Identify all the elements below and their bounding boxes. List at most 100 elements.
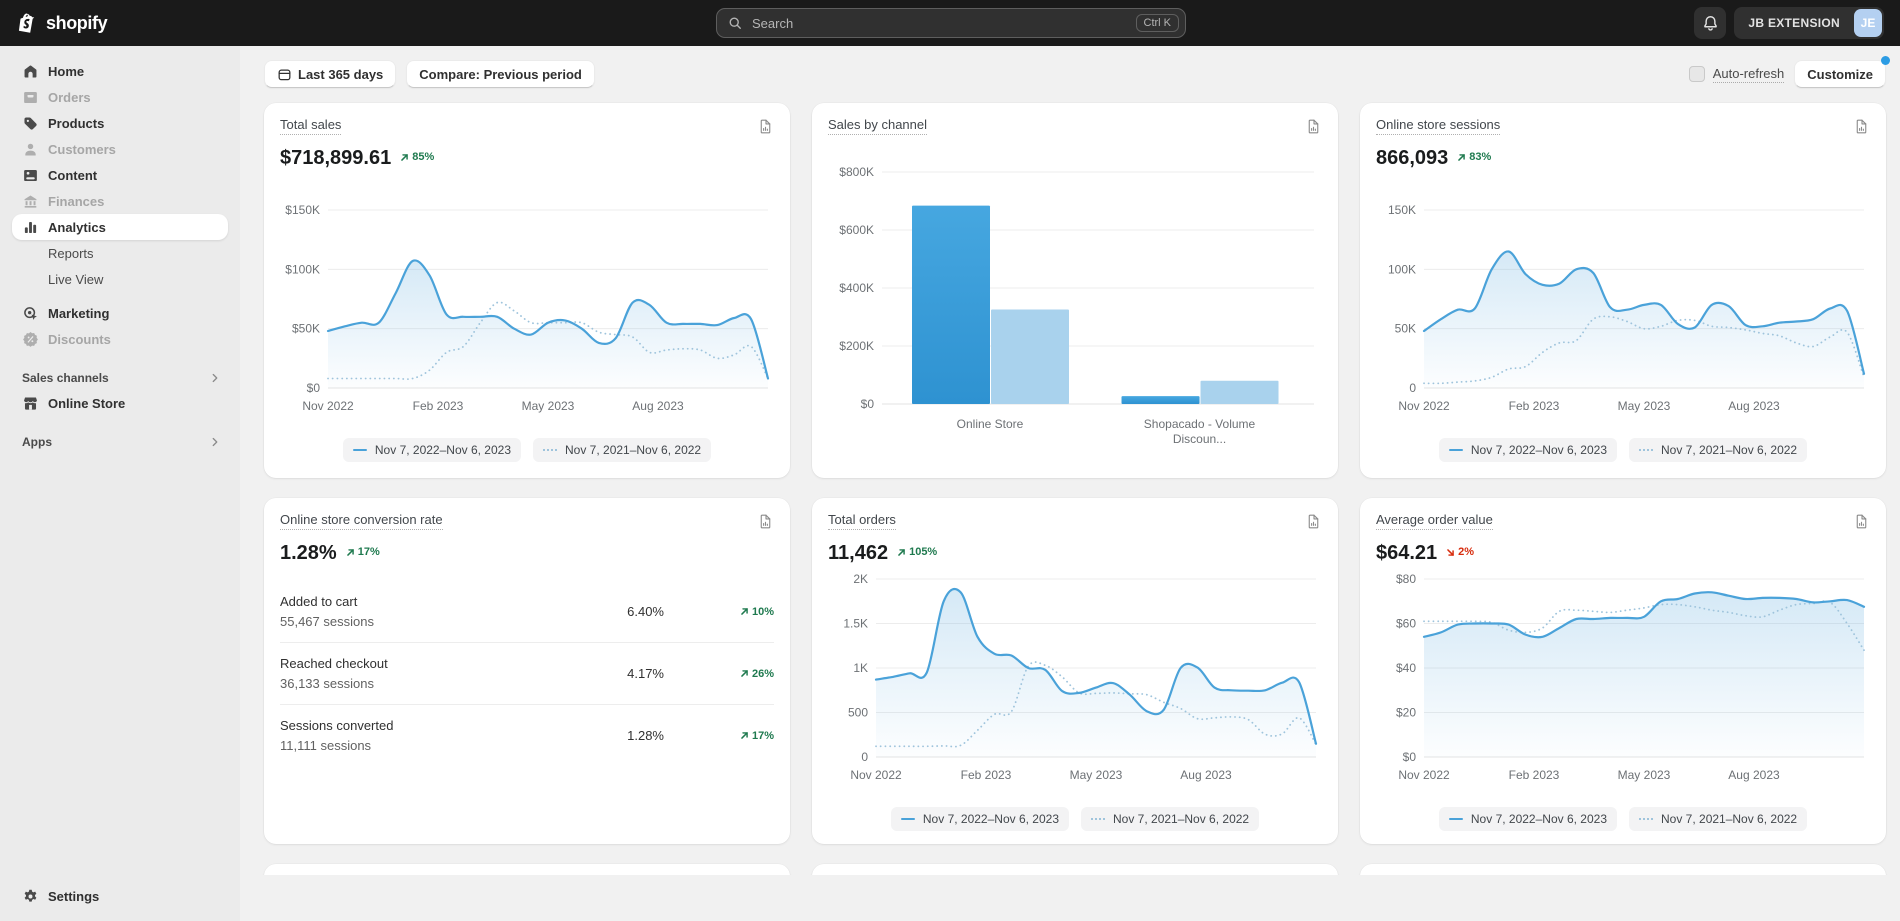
sidebar-item-label: Discounts [48,332,111,347]
auto-refresh-checkbox[interactable] [1689,66,1705,82]
metric-value: 11,462 [828,542,888,565]
funnel-delta: 10% [716,606,774,618]
dotted-line-swatch [543,449,557,451]
legend-item[interactable]: Nov 7, 2021–Nov 6, 2022 [1629,807,1807,831]
chart-legend: Nov 7, 2022–Nov 6, 2023 Nov 7, 2021–Nov 6… [1376,438,1870,462]
account-menu[interactable]: JB EXTENSION JE [1734,7,1884,39]
svg-text:500: 500 [848,706,868,720]
auto-refresh-toggle[interactable]: Auto-refresh [1689,66,1785,83]
sidebar-item-home[interactable]: Home [12,58,228,84]
date-range-button[interactable]: Last 365 days [264,60,396,88]
card-online-store-sessions: Online store sessions 866,093 83% 150K10… [1360,103,1886,478]
customize-button[interactable]: Customize [1794,60,1886,88]
arrow-up-right-icon [896,547,907,558]
sidebar-item-analytics[interactable]: Analytics [12,214,228,240]
svg-text:50K: 50K [1395,322,1416,336]
sidebar-item-live-view[interactable]: Live View [12,266,228,292]
main-content: Analytics Fullscreen Last 365 days Compa… [240,0,1900,875]
sidebar-item-settings[interactable]: Settings [12,883,228,909]
legend-item[interactable]: Nov 7, 2022–Nov 6, 2023 [343,438,521,462]
notifications-button[interactable] [1694,7,1726,39]
sidebar-item-customers: Customers [12,136,228,162]
legend-item[interactable]: Nov 7, 2022–Nov 6, 2023 [1439,807,1617,831]
report-icon[interactable] [757,118,774,140]
report-icon[interactable] [757,513,774,535]
delta-value: 105% [909,546,937,558]
report-icon[interactable] [1853,513,1870,535]
funnel-row[interactable]: Sessions converted11,111 sessions1.28%17… [280,704,774,766]
funnel-rate: 6.40% [524,604,664,619]
card-title[interactable]: Total orders [828,512,896,530]
funnel-delta: 26% [716,668,774,680]
card-title[interactable]: Online store conversion rate [280,512,443,530]
report-icon[interactable] [1305,513,1322,535]
svg-text:May 2023: May 2023 [1070,768,1123,782]
compare-button[interactable]: Compare: Previous period [406,60,595,88]
dotted-line-swatch [1639,449,1653,451]
svg-text:100K: 100K [1388,262,1416,276]
svg-text:0: 0 [1409,381,1416,395]
sidebar-nav: Home Orders ProductsCustomersContentFinanc… [12,58,228,454]
sidebar-item-products[interactable]: Products [12,110,228,136]
legend-item[interactable]: Nov 7, 2022–Nov 6, 2023 [1439,438,1617,462]
sidebar-item-online-store[interactable]: Online Store [12,390,228,416]
total-sales-chart: $150K$100K$50K$0Nov 2022Feb 2023May 2023… [280,196,774,432]
sidebar-item-label: Online Store [48,396,125,411]
card-title[interactable]: Online store sessions [1376,117,1500,135]
conversion-funnel: Added to cart55,467 sessions6.40% 10% Reac… [280,581,774,766]
sidebar-item-marketing[interactable]: Marketing [12,300,228,326]
legend-label: Nov 7, 2021–Nov 6, 2022 [1113,812,1249,826]
sessions-chart: 150K100K50K0Nov 2022Feb 2023May 2023Aug … [1376,196,1870,432]
card-sales-by-channel: Sales by channel $800K$600K$400K$200K$0O… [812,103,1338,478]
delta-value: 2% [1458,546,1474,558]
sidebar-section-apps[interactable]: Apps [12,430,228,454]
card-title[interactable]: Total sales [280,117,341,135]
sidebar-item-content[interactable]: Content [12,162,228,188]
sidebar-item-label: Orders [48,90,91,105]
metric-delta: 105% [896,545,937,563]
funnel-row[interactable]: Reached checkout36,133 sessions4.17%26% [280,642,774,704]
funnel-label: Added to cart55,467 sessions [280,594,524,629]
metric-delta: 17% [345,545,380,563]
svg-text:$50K: $50K [292,322,320,336]
avatar: JE [1854,9,1882,37]
dotted-line-swatch [1639,818,1653,820]
funnel-label: Reached checkout36,133 sessions [280,656,524,691]
svg-text:Shopacado - VolumeDiscoun...: Shopacado - VolumeDiscoun... [1144,417,1256,446]
svg-text:1.5K: 1.5K [843,617,868,631]
funnel-delta: 17% [716,730,774,742]
sidebar-item-orders: Orders [12,84,228,110]
svg-text:Nov 2022: Nov 2022 [302,399,354,413]
card-title[interactable]: Average order value [1376,512,1493,530]
search-input[interactable]: Search Ctrl K [716,8,1186,38]
card-title[interactable]: Sales by channel [828,117,927,135]
metric-delta: 85% [399,150,434,168]
svg-text:May 2023: May 2023 [522,399,575,413]
legend-item[interactable]: Nov 7, 2021–Nov 6, 2022 [1629,438,1807,462]
report-icon[interactable] [1305,118,1322,140]
legend-item[interactable]: Nov 7, 2022–Nov 6, 2023 [891,807,1069,831]
arrow-up-right-icon [739,606,750,617]
bell-icon [1701,14,1720,33]
shopify-logo[interactable]: shopify [16,12,107,35]
legend-item[interactable]: Nov 7, 2021–Nov 6, 2022 [533,438,711,462]
svg-text:Feb 2023: Feb 2023 [1509,399,1560,413]
dotted-line-swatch [1091,818,1105,820]
metric-delta: 2% [1445,545,1474,563]
chart-legend: Nov 7, 2022–Nov 6, 2023 Nov 7, 2021–Nov 6… [1376,807,1870,831]
sidebar: Home Orders ProductsCustomersContentFinanc… [0,46,240,921]
card-total-orders: Total orders 11,462 105% 2K1.5K1K5000Nov… [812,498,1338,844]
shopify-bag-icon [16,12,39,35]
arrow-up-right-icon [345,547,356,558]
funnel-row[interactable]: Added to cart55,467 sessions6.40% 10% [280,581,774,642]
card-stub [812,864,1338,875]
report-icon[interactable] [1853,118,1870,140]
sidebar-item-finances: Finances [12,188,228,214]
svg-text:$0: $0 [1403,750,1417,764]
delta-value: 85% [412,151,434,163]
legend-item[interactable]: Nov 7, 2021–Nov 6, 2022 [1081,807,1259,831]
search-icon [727,15,744,32]
sales-by-channel-chart: $800K$600K$400K$200K$0Online StoreShopac… [828,142,1322,474]
sidebar-section-sales-channels[interactable]: Sales channels [12,366,228,390]
sidebar-item-reports[interactable]: Reports [12,240,228,266]
